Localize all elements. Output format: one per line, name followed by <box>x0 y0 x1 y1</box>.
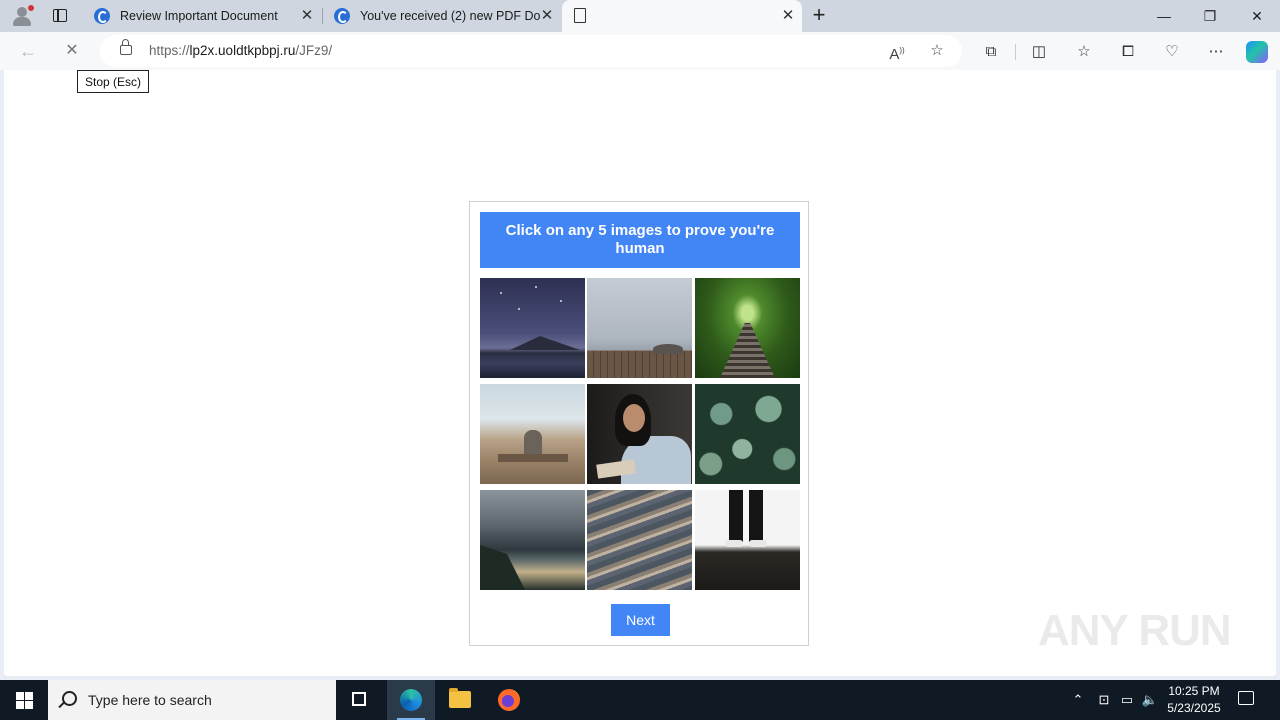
tab-close-icon[interactable]: ✕ <box>299 8 315 24</box>
page-content: Click on any 5 images to prove you're hu… <box>4 70 1276 676</box>
search-icon <box>62 691 77 706</box>
captcha-image-woman-reading[interactable] <box>587 384 692 484</box>
url-text[interactable]: https://lp2x.uoldtkpbpj.ru/JFz9/ <box>149 43 332 58</box>
tab-actions-icon[interactable] <box>48 6 72 26</box>
url-path: /JFz9/ <box>295 43 333 58</box>
captcha-image-foggy-pier[interactable] <box>587 278 692 378</box>
task-view-icon[interactable] <box>336 680 384 720</box>
collections-icon[interactable]: ⧠ <box>1118 42 1138 62</box>
browser-toolbar: ← ✕ https://lp2x.uoldtkpbpj.ru/JFz9/ A))… <box>0 32 1280 70</box>
tab-close-icon[interactable]: ✕ <box>780 8 796 24</box>
back-button[interactable]: ← <box>16 40 40 62</box>
tab-close-icon[interactable]: ✕ <box>539 8 555 24</box>
close-window-button[interactable]: ✕ <box>1234 0 1280 32</box>
show-hidden-icons-chevron-icon[interactable]: ⌃ <box>1068 680 1088 720</box>
windows-start-icon[interactable] <box>0 680 48 720</box>
browser-essentials-icon[interactable]: ♡ <box>1162 42 1182 62</box>
url-scheme: https:// <box>149 43 190 58</box>
toolbar-divider <box>1015 44 1016 60</box>
captcha-image-grid <box>480 278 800 590</box>
volume-icon[interactable]: 🔈 <box>1140 680 1160 720</box>
watermark-logo: ANY RUN <box>1038 606 1232 655</box>
extensions-icon[interactable]: ⧉ <box>981 42 1001 62</box>
captcha-instructions: Click on any 5 images to prove you're hu… <box>480 212 800 268</box>
tab-strip: Review Important Document ✕ You've recei… <box>0 0 1280 32</box>
url-host: lp2x.uoldtkpbpj.ru <box>189 43 296 58</box>
settings-more-icon[interactable]: ⋯ <box>1206 42 1226 62</box>
copilot-icon[interactable] <box>1246 41 1268 63</box>
tab-new-pdf-doc[interactable]: You've received (2) new PDF Doc ✕ <box>324 0 561 32</box>
network-icon[interactable]: ▭ <box>1117 680 1137 720</box>
profile-icon[interactable] <box>10 5 34 27</box>
read-aloud-icon[interactable]: A)) <box>888 42 906 63</box>
captcha-image-stormy-beach[interactable] <box>480 490 585 590</box>
taskbar-search-box[interactable]: Type here to search <box>48 680 336 720</box>
tab-active-loading[interactable]: ✕ <box>562 0 802 32</box>
captcha-image-water-texture[interactable] <box>587 490 692 590</box>
new-tab-button[interactable]: + <box>808 4 830 27</box>
captcha-image-night-mountain-lake[interactable] <box>480 278 585 378</box>
captcha-image-succulent-plants[interactable] <box>695 384 800 484</box>
favorites-icon[interactable]: ☆ <box>1074 42 1094 62</box>
firefox-icon[interactable] <box>485 680 533 720</box>
site-favicon-icon <box>334 8 350 24</box>
captcha-box: Click on any 5 images to prove you're hu… <box>469 201 809 646</box>
tab-divider <box>322 8 323 24</box>
file-explorer-icon[interactable] <box>436 680 484 720</box>
minimize-button[interactable]: — <box>1141 0 1187 32</box>
favorite-star-icon[interactable]: ☆ <box>928 42 946 60</box>
stop-tooltip: Stop (Esc) <box>77 70 150 93</box>
stop-button[interactable]: ✕ <box>60 40 84 62</box>
clock-date: 5/23/2025 <box>1167 701 1221 715</box>
tab-title: Review Important Document <box>120 9 278 23</box>
clock-time: 10:25 PM <box>1168 684 1220 698</box>
captcha-image-person-on-bench[interactable] <box>480 384 585 484</box>
tab-title: You've received (2) new PDF Doc <box>360 9 540 23</box>
tab-review-important-document[interactable]: Review Important Document ✕ <box>84 0 321 32</box>
next-button[interactable]: Next <box>611 604 670 636</box>
taskbar: Type here to search ⌃ ⊡ ▭ 🔈 10:25 PM 5/2… <box>0 680 1280 720</box>
page-icon <box>574 8 586 23</box>
split-screen-icon[interactable]: ◫ <box>1029 42 1049 62</box>
address-bar[interactable]: https://lp2x.uoldtkpbpj.ru/JFz9/ A)) ☆ <box>100 35 962 67</box>
system-clock[interactable]: 10:25 PM 5/23/2025 <box>1160 683 1228 717</box>
edge-taskbar-icon[interactable] <box>387 680 435 720</box>
lock-icon[interactable] <box>120 39 132 55</box>
captcha-image-forest-railway[interactable] <box>695 278 800 378</box>
device-icon[interactable]: ⊡ <box>1094 680 1114 720</box>
search-placeholder: Type here to search <box>88 692 212 708</box>
site-favicon-icon <box>94 8 110 24</box>
notifications-icon[interactable] <box>1238 691 1254 705</box>
restore-button[interactable]: ❐ <box>1187 0 1233 32</box>
captcha-image-standing-legs[interactable] <box>695 490 800 590</box>
